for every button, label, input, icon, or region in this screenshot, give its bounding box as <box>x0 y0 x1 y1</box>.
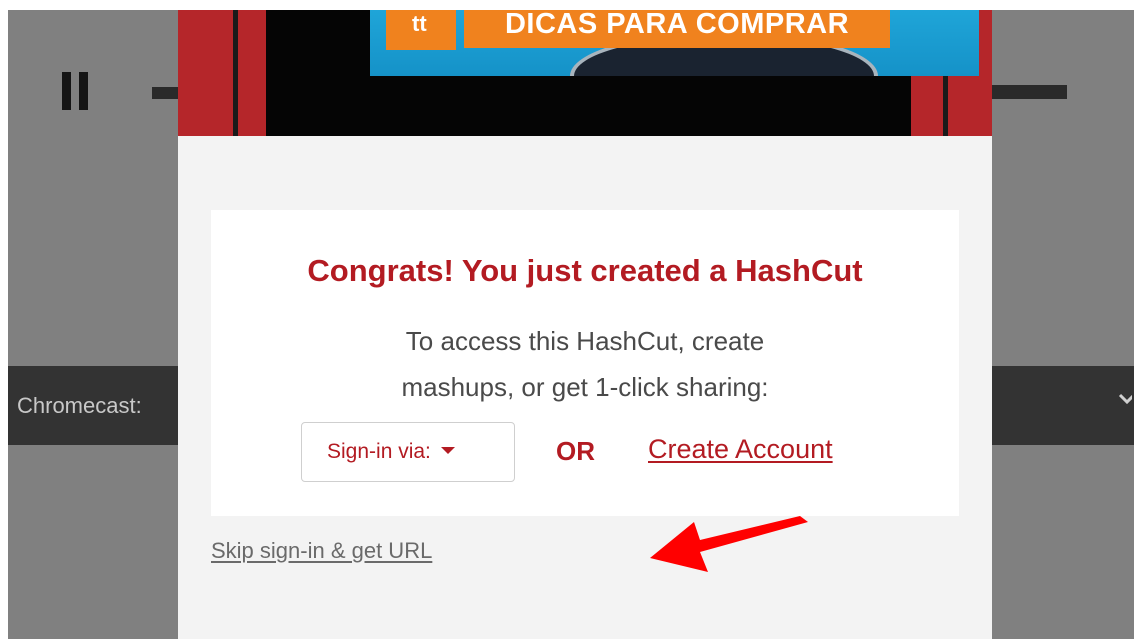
caret-down-icon <box>440 447 455 455</box>
pause-icon[interactable] <box>62 72 90 110</box>
modal-message-line-2: mashups, or get 1-click sharing: <box>401 372 769 402</box>
channel-logo: tt <box>386 10 456 50</box>
video-screen: tt DICAS PARA COMPRAR <box>266 10 979 136</box>
signin-via-label: Sign-in via: <box>327 440 431 463</box>
hashcut-modal: tt DICAS PARA COMPRAR Congrats! You just… <box>178 10 992 639</box>
thumbnail-banner-text: DICAS PARA COMPRAR <box>464 10 890 48</box>
signin-card: Congrats! You just created a HashCut To … <box>211 210 959 516</box>
signin-via-dropdown[interactable]: Sign-in via: <box>301 422 515 482</box>
modal-title: Congrats! You just created a HashCut <box>307 253 863 288</box>
skip-signin-link[interactable]: Skip sign-in & get URL <box>211 538 432 564</box>
screen: Chromecast: tt DICAS PARA COMPRAR Congra… <box>0 0 1134 639</box>
or-separator: OR <box>556 436 595 466</box>
pause-bar <box>79 72 88 110</box>
pause-bar <box>62 72 71 110</box>
create-account-link[interactable]: Create Account <box>648 434 833 465</box>
modal-message: To access this HashCut, create mashups, … <box>211 318 959 410</box>
red-arrow-icon <box>650 516 808 572</box>
chevron-down-icon[interactable] <box>1118 390 1132 408</box>
video-preview: tt DICAS PARA COMPRAR <box>178 10 992 136</box>
progress-track-right[interactable] <box>990 85 1067 99</box>
video-thumbnail: tt DICAS PARA COMPRAR <box>370 10 979 76</box>
chromecast-label: Chromecast: <box>17 393 142 418</box>
modal-message-line-1: To access this HashCut, create <box>405 326 765 356</box>
